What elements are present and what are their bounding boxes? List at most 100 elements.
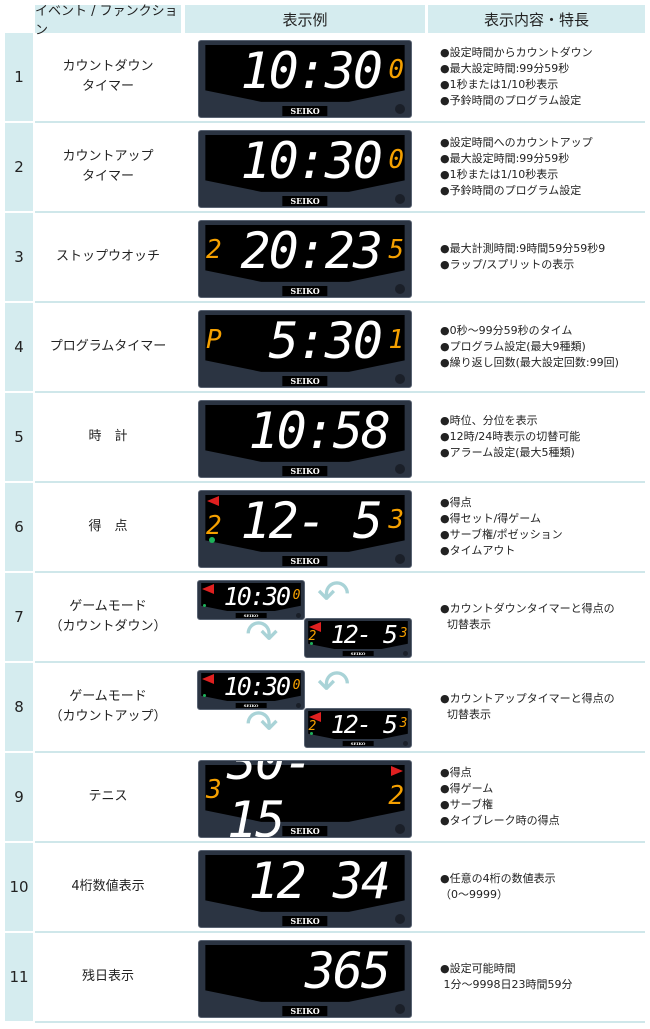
- right-digit: 1: [388, 325, 404, 355]
- scoreboard-display: 10:30 0 SEIKO: [198, 130, 412, 208]
- description-line: ●最大計測時間:9時間59分59秒9: [440, 242, 606, 255]
- description-line: ●1秒または1/10秒表示: [440, 78, 559, 91]
- event-name-line: カウントアップ: [62, 149, 154, 164]
- description-line: ●得点: [440, 766, 472, 779]
- main-digits: 30- 15: [227, 760, 313, 838]
- main-digits: 12- 5: [330, 619, 398, 649]
- possession-dot-icon: [209, 537, 215, 543]
- speaker-icon: [395, 104, 405, 114]
- event-name: 残日表示: [35, 933, 181, 1021]
- main-digits: 12- 5: [240, 492, 383, 550]
- display-example: 10:58 SEIKO: [185, 393, 425, 481]
- event-name: カウントアップ タイマー: [35, 123, 181, 211]
- event-name: プログラムタイマー: [35, 303, 181, 391]
- event-name-line: 時 計: [88, 429, 128, 444]
- scoreboard-display: 365 SEIKO: [198, 940, 412, 1018]
- event-name-line: タイマー: [81, 79, 134, 94]
- speaker-icon: [403, 740, 408, 746]
- table-row: 7 ゲームモード （カウントダウン） 10:30 0 SEIKO 12- 5 2 3 SEIKO ↶…: [0, 573, 650, 663]
- table-row: 2 カウントアップ タイマー 10:30 0 SEIKO ●設定時間へのカウントアップ ●最大…: [0, 123, 650, 213]
- table-row: 4 プログラムタイマー 5:30 P 1 SEIKO ●0秒～99分59秒のタイム ●プログラ…: [0, 303, 650, 393]
- main-digits: 12- 5: [330, 709, 398, 739]
- left-digit: P: [206, 325, 222, 355]
- description-line: ●任意の4桁の数値表示: [440, 872, 556, 885]
- description: ●得点 ●得ゲーム ●サーブ権 ●タイブレーク時の得点: [440, 753, 645, 841]
- serve-flag-icon: [207, 496, 219, 506]
- table-row: 8 ゲームモード （カウントアップ） 10:30 0 SEIKO 12- 5 2 3 SEIKO ↶…: [0, 663, 650, 753]
- left-digit: 2: [206, 511, 222, 541]
- display-example: 5:30 P 1 SEIKO: [185, 303, 425, 391]
- description-line: ●予鈴時間のプログラム設定: [440, 184, 582, 197]
- event-name: テニス: [35, 753, 181, 841]
- description-line: ●時位、分位を表示: [440, 414, 538, 427]
- event-name-line: ストップウオッチ: [55, 249, 160, 264]
- description-line: ●最大設定時間:99分59秒: [440, 62, 570, 75]
- description: ●時位、分位を表示 ●12時/24時表示の切替可能 ●アラーム設定(最大5種類): [440, 393, 645, 481]
- row-number: 7: [5, 573, 33, 661]
- description: ●最大計測時間:9時間59分59秒9 ●ラップ/スプリットの表示: [440, 213, 645, 301]
- speaker-icon: [296, 612, 301, 618]
- display-example: 30- 15 3 2 SEIKO: [185, 753, 425, 841]
- brand-logo: SEIKO: [282, 106, 328, 116]
- description: ●0秒～99分59秒のタイム ●プログラム設定(最大9種類) ●繰り返し回数(最大設…: [440, 303, 645, 391]
- description: ●設定可能時間 1分～9998日23時間59分: [440, 933, 645, 1021]
- scoreboard-display: 5:30 P 1 SEIKO: [198, 310, 412, 388]
- speaker-icon: [395, 554, 405, 564]
- brand-logo: SEIKO: [282, 466, 328, 476]
- description-line: ●設定時間からカウントダウン: [440, 46, 593, 59]
- right-digit: 0: [292, 678, 301, 693]
- row-number: 6: [5, 483, 33, 571]
- brand-logo: SEIKO: [282, 196, 328, 206]
- display-example: 10:30 0 SEIKO 12- 5 2 3 SEIKO ↶ ↷: [185, 663, 425, 751]
- table-row: 9 テニス 30- 15 3 2 SEIKO ●得点 ●得ゲーム ●サーブ権 ●タイブレーク時の得…: [0, 753, 650, 843]
- description-line: ●カウントアップタイマーと得点の: [440, 692, 615, 705]
- table-row: 3 ストップウオッチ 20:23 2 5 SEIKO ●最大計測時間:9時間59分59秒9 ●…: [0, 213, 650, 303]
- display-example: 10:30 0 SEIKO: [185, 33, 425, 121]
- row-number: 10: [5, 843, 33, 931]
- row-number: 1: [5, 33, 33, 121]
- switch-arrow-icon: ↷: [245, 702, 279, 748]
- switch-arrow-icon: ↶: [317, 572, 351, 618]
- description: ●カウントダウンタイマーと得点の 切替表示: [440, 573, 645, 661]
- table-row: 6 得 点 12- 5 2 3 SEIKO ●得点 ●得セット/得ゲーム ●サーブ権/ポゼッショ…: [0, 483, 650, 573]
- row-number: 8: [5, 663, 33, 751]
- row-number: 11: [5, 933, 33, 1021]
- description-line: 切替表示: [440, 618, 491, 631]
- right-digit: 2: [388, 781, 404, 811]
- main-digits: 20:23: [240, 222, 383, 280]
- right-digit: 3: [399, 626, 408, 641]
- possession-dot-icon: [203, 604, 206, 607]
- main-digits: 5:30: [268, 312, 383, 370]
- event-name-line: プログラムタイマー: [49, 339, 167, 354]
- row-number: 9: [5, 753, 33, 841]
- description-line: ●タイブレーク時の得点: [440, 814, 560, 827]
- possession-dot-icon: [310, 642, 313, 645]
- serve-flag-icon: [309, 621, 321, 632]
- speaker-icon: [395, 194, 405, 204]
- description-line: 1分～9998日23時間59分: [440, 978, 573, 991]
- description-line: ●予鈴時間のプログラム設定: [440, 94, 582, 107]
- description-line: ●プログラム設定(最大9種類): [440, 340, 586, 353]
- scoreboard-display: 20:23 2 5 SEIKO: [198, 220, 412, 298]
- row-number: 5: [5, 393, 33, 481]
- event-name-line: 残日表示: [81, 969, 134, 984]
- display-example: 365 SEIKO: [185, 933, 425, 1021]
- description-line: ●0秒～99分59秒のタイム: [440, 324, 573, 337]
- description: ●任意の4桁の数値表示 （0～9999）: [440, 843, 645, 931]
- event-name-line: ゲームモード: [69, 689, 147, 704]
- speaker-icon: [296, 702, 301, 708]
- main-digits: 10:58: [248, 402, 391, 460]
- table-row: 10 4桁数値表示 12 34 SEIKO ●任意の4桁の数値表示 （0～9999）: [0, 843, 650, 933]
- description: ●設定時間へのカウントアップ ●最大設定時間:99分59秒 ●1秒または1/10秒表…: [440, 123, 645, 211]
- right-digit: 0: [388, 55, 404, 85]
- main-digits: 365: [304, 942, 391, 1000]
- event-name-line: （カウントアップ）: [49, 709, 167, 724]
- description-line: ●アラーム設定(最大5種類): [440, 446, 575, 459]
- right-digit: 0: [388, 145, 404, 175]
- possession-dot-icon: [310, 732, 313, 735]
- left-digit: 3: [206, 775, 222, 805]
- switch-arrow-icon: ↶: [317, 662, 351, 708]
- description-line: ●12時/24時表示の切替可能: [440, 430, 581, 443]
- possession-dot-icon: [203, 694, 206, 697]
- scoreboard-display: 12- 5 2 3 SEIKO: [198, 490, 412, 568]
